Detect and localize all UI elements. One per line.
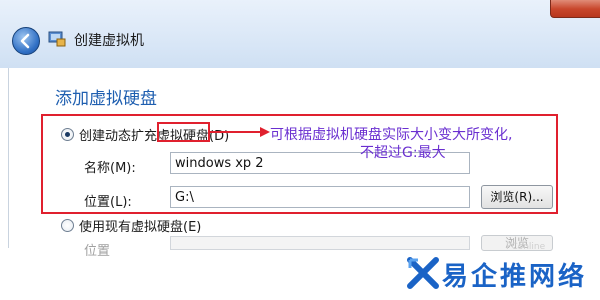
page-heading: 添加虚拟硬盘 bbox=[55, 89, 157, 109]
annotation-text-line2: 不超过G:最大 bbox=[360, 145, 446, 161]
watermark-text: 易企推网络 bbox=[442, 262, 588, 292]
annotation-box-highlight bbox=[157, 122, 210, 142]
back-button[interactable] bbox=[12, 27, 40, 55]
annotation-text-line1: 可根据虚拟机硬盘实际大小变大所变化, bbox=[270, 127, 513, 143]
existing-location-input bbox=[170, 236, 470, 250]
back-arrow-icon bbox=[20, 33, 30, 49]
virtual-machine-icon bbox=[48, 31, 66, 47]
radio-existing-disk-label[interactable]: 使用现有虚拟硬盘(E) bbox=[79, 216, 201, 235]
radio-existing-disk[interactable] bbox=[61, 219, 74, 232]
pconline-watermark: PConline bbox=[506, 242, 546, 252]
existing-location-label: 位置 bbox=[84, 244, 111, 259]
close-button[interactable] bbox=[550, 0, 600, 18]
window-title: 创建虚拟机 bbox=[74, 33, 144, 49]
title-bar: 创建虚拟机 bbox=[0, 0, 600, 68]
annotation-arrow-icon bbox=[210, 127, 270, 137]
watermark-logo-icon bbox=[407, 257, 439, 289]
